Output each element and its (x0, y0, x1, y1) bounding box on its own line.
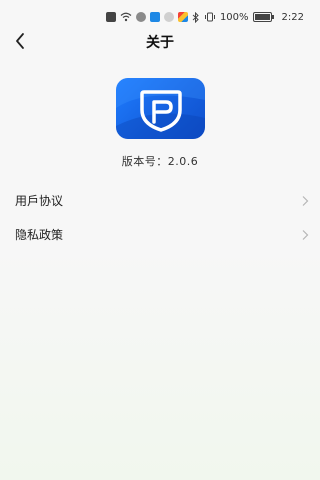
chevron-right-icon (302, 230, 309, 240)
vibrate-icon (204, 12, 215, 22)
version-label: 版本号：2.0.6 (121, 155, 199, 168)
notification-icon (105, 12, 116, 22)
app-icon (149, 12, 160, 22)
bluetooth-icon (192, 11, 199, 23)
menu-item-label: 用戶协议 (15, 194, 64, 208)
title-bar: 关于 (0, 26, 320, 56)
chevron-right-icon (302, 196, 309, 206)
app-icon (135, 12, 146, 22)
app-icon (163, 12, 174, 22)
settings-menu: 用戶协议 隐私政策 (0, 185, 320, 251)
app-logo (116, 78, 205, 139)
page-title: 关于 (146, 35, 174, 51)
wifi-icon (120, 12, 132, 22)
app-icon (177, 12, 188, 22)
battery-percent: 100% (219, 11, 249, 23)
battery-icon (252, 12, 274, 22)
status-time: 2:22 (281, 11, 304, 23)
status-icons: 100% 2:22 (105, 10, 304, 24)
menu-item-privacy-policy[interactable]: 隐私政策 (0, 219, 320, 251)
app-logo-icon (116, 78, 205, 139)
menu-item-label: 隐私政策 (15, 228, 64, 242)
menu-item-user-agreement[interactable]: 用戶协议 (0, 185, 320, 217)
